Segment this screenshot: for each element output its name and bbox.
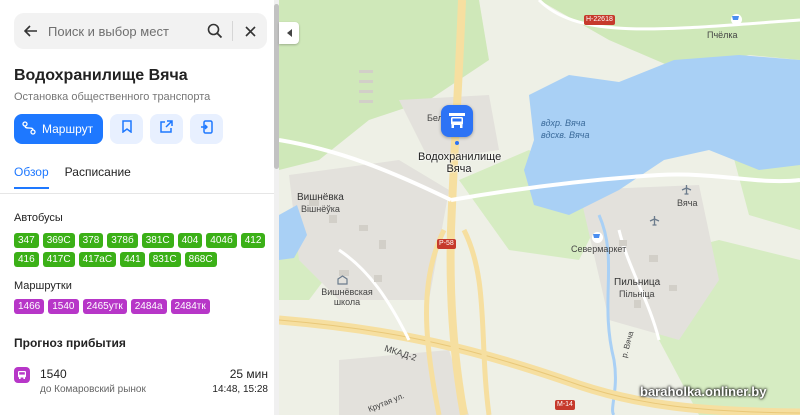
search-icon[interactable]	[198, 13, 232, 49]
close-icon[interactable]	[233, 13, 267, 49]
road-sign-m14: М-14	[555, 400, 575, 410]
arrival-times: 14:48, 15:28	[212, 384, 268, 395]
bus-chip[interactable]: 404	[177, 233, 203, 248]
collapse-panel-button[interactable]	[279, 22, 299, 44]
bus-list: 347 369С 378 378б 381С 404 404б 412 416 …	[14, 233, 269, 267]
bookmark-button[interactable]	[110, 114, 144, 144]
arrival-destination: до Комаровский рынок	[40, 384, 146, 395]
map-label-severmarket: Севермаркет	[571, 244, 627, 254]
place-panel: Водохранилище Вяча Остановка общественно…	[0, 0, 279, 415]
minibus-chip[interactable]: 1466	[14, 299, 45, 314]
bus-chip[interactable]: 417аС	[78, 252, 117, 267]
shop-poi-icon[interactable]	[731, 14, 742, 25]
bus-chip[interactable]: 831С	[148, 252, 181, 267]
tabs-divider	[0, 193, 274, 194]
minibus-chip[interactable]: 2484а	[130, 299, 167, 314]
map-view[interactable]: Вишнёвка Вішнёўка Вишнёвская школа Север…	[279, 0, 800, 415]
airfield-poi-icon[interactable]	[649, 215, 660, 226]
bus-chip[interactable]: 378б	[107, 233, 138, 248]
map-canvas	[279, 0, 800, 415]
bus-chip[interactable]: 381С	[141, 233, 174, 248]
school-poi-icon[interactable]	[337, 274, 348, 285]
map-label-water: вдхр. Вяча	[541, 118, 586, 128]
tab-bar: Обзор Расписание	[14, 165, 131, 189]
back-arrow-icon[interactable]	[14, 13, 48, 49]
minibuses-label: Маршрутки	[14, 280, 72, 292]
route-button-label: Маршрут	[42, 122, 94, 136]
buses-label: Автобусы	[14, 212, 63, 224]
map-label-vishnevka: Вишнёвка	[297, 192, 344, 203]
map-label-pilnitsa: Пильница	[614, 277, 661, 288]
place-title: Водохранилище Вяча	[14, 67, 188, 84]
map-label-vishnevka-be: Вішнёўка	[301, 204, 340, 214]
map-label-pchelka: Пчёлка	[707, 30, 738, 40]
minibus-chip[interactable]: 2484тк	[170, 299, 210, 314]
bus-chip[interactable]: 416	[14, 252, 39, 267]
bus-chip[interactable]: 441	[120, 252, 145, 267]
road-sign-n22618: Н-22618	[584, 15, 615, 25]
bus-chip[interactable]: 404б	[206, 233, 237, 248]
stop-caption: Водохранилище Вяча	[418, 151, 502, 175]
minibus-chip[interactable]: 2465утк	[82, 299, 127, 314]
settlement-area	[339, 350, 469, 415]
airfield-poi-icon[interactable]	[681, 184, 692, 195]
bus-stop-marker-icon[interactable]	[441, 105, 473, 137]
map-label-vyacha: Вяча	[677, 198, 698, 208]
bus-chip[interactable]: 412	[240, 233, 266, 248]
shop-poi-icon[interactable]	[592, 232, 603, 243]
bus-chip[interactable]: 369С	[42, 233, 75, 248]
stop-point	[455, 141, 459, 145]
road-sign-p58: Р-58	[437, 239, 456, 249]
map-label-water-be: вдсхв. Вяча	[541, 130, 590, 140]
share-icon	[160, 120, 173, 138]
action-bar: Маршрут	[14, 114, 224, 144]
search-input[interactable]	[48, 13, 198, 49]
search-bar	[14, 13, 267, 49]
place-subtitle: Остановка общественного транспорта	[14, 91, 211, 103]
arrival-row[interactable]: 1540 до Комаровский рынок 25 мин 14:48, …	[14, 366, 268, 396]
arrival-forecast-title: Прогноз прибытия	[14, 336, 126, 350]
send-to-phone-button[interactable]	[190, 114, 224, 144]
minibus-icon	[14, 367, 30, 383]
map-label-school: Вишнёвская школа	[321, 287, 373, 307]
bookmark-icon	[121, 120, 132, 138]
tab-overview[interactable]: Обзор	[14, 165, 49, 189]
minibus-list: 1466 1540 2465утк 2484а 2484тк	[14, 299, 269, 314]
share-button[interactable]	[150, 114, 184, 144]
map-label-pilnitsa-be: Пільніца	[619, 289, 655, 299]
bus-chip[interactable]: 868С	[184, 252, 217, 267]
route-button[interactable]: Маршрут	[14, 114, 104, 144]
arrival-minutes: 25 мин	[229, 367, 268, 381]
arrival-route-number: 1540	[40, 367, 67, 381]
bus-chip[interactable]: 378	[78, 233, 104, 248]
phone-arrow-icon	[200, 119, 213, 139]
watermark: baraholka.onliner.by	[640, 384, 767, 399]
bus-chip[interactable]: 417С	[42, 252, 75, 267]
bus-chip[interactable]: 347	[14, 233, 39, 248]
route-icon	[22, 120, 36, 138]
minibus-chip[interactable]: 1540	[48, 299, 79, 314]
tab-schedule[interactable]: Расписание	[65, 165, 131, 189]
